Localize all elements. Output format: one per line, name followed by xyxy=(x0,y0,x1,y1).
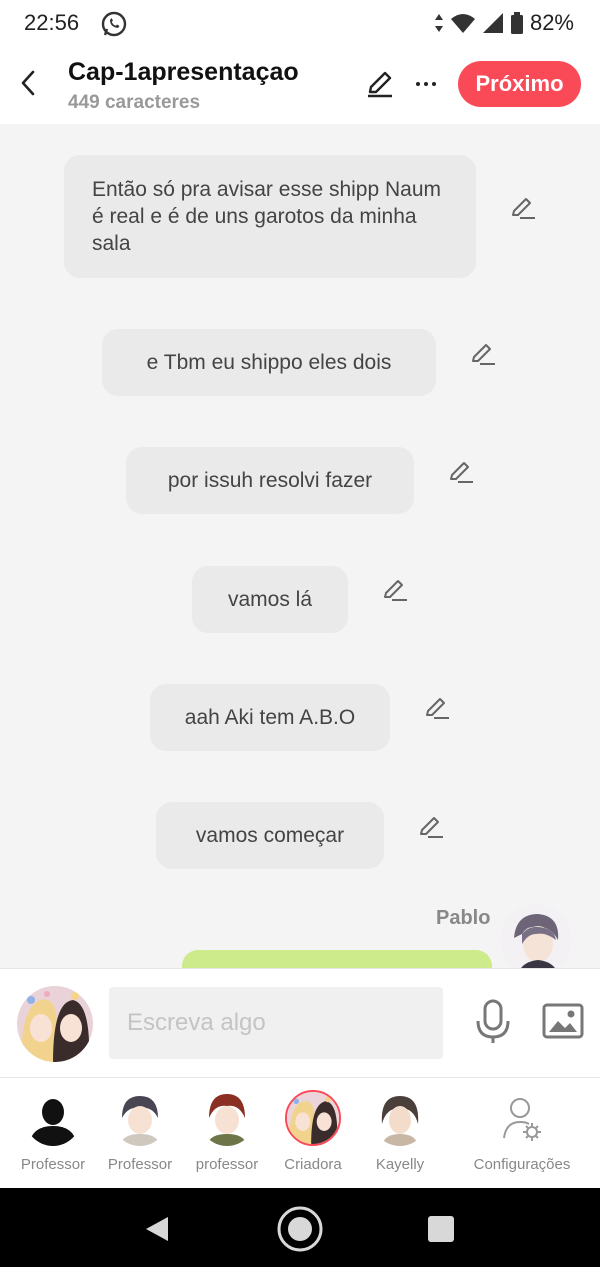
vibrate-icon xyxy=(434,14,443,32)
message-input[interactable] xyxy=(109,987,443,1059)
nav-home-icon[interactable] xyxy=(276,1205,324,1253)
character-label: Professor xyxy=(20,1156,86,1173)
avatar-illustration xyxy=(500,904,572,968)
character-avatar xyxy=(199,1090,255,1146)
edit-message-icon[interactable] xyxy=(380,576,408,604)
user-settings-icon xyxy=(503,1098,541,1141)
whatsapp-icon xyxy=(101,11,127,37)
character-label: professor xyxy=(195,1156,259,1173)
character-count: 449 caracteres xyxy=(68,92,201,113)
message-text: vamos começar xyxy=(195,824,345,847)
avatar-illustration xyxy=(372,1090,428,1146)
battery-icon xyxy=(510,12,523,34)
dot-icon xyxy=(432,82,436,86)
page-title: Cap-1apresentaçao xyxy=(68,58,299,86)
character-item-selected[interactable]: Criadora xyxy=(273,1090,353,1173)
message-bubble[interactable]: vamos começar xyxy=(156,802,384,869)
message-bubble[interactable]: e Tbm eu shippo eles dois xyxy=(102,329,436,396)
battery-percent: 82% xyxy=(529,10,574,35)
character-label: Kayelly xyxy=(375,1156,425,1173)
current-character-avatar[interactable] xyxy=(17,986,93,1062)
status-icons: 82% xyxy=(434,10,574,36)
image-icon[interactable] xyxy=(542,1003,584,1039)
edit-message-icon[interactable] xyxy=(422,694,450,722)
character-item[interactable]: Professor xyxy=(100,1090,180,1173)
settings-label: Configurações xyxy=(473,1156,571,1173)
message-text: aah Aki tem A.B.O xyxy=(184,706,356,729)
character-avatar xyxy=(285,1090,341,1146)
avatar-illustration xyxy=(17,986,93,1062)
edit-message-icon[interactable] xyxy=(468,340,496,368)
nav-back-icon[interactable] xyxy=(144,1215,170,1243)
avatar-illustration xyxy=(112,1090,168,1146)
character-item[interactable]: professor xyxy=(187,1090,267,1173)
settings-button[interactable]: Configurações xyxy=(470,1090,574,1173)
edit-title-button[interactable] xyxy=(364,68,396,100)
character-item[interactable]: Professor xyxy=(13,1090,93,1173)
message-bubble[interactable]: por issuh resolvi fazer xyxy=(126,447,414,514)
speaker-name: Pablo xyxy=(436,907,491,929)
microphone-icon[interactable] xyxy=(474,999,512,1045)
signal-icon xyxy=(482,13,503,33)
more-options-button[interactable] xyxy=(410,68,442,100)
status-bar: 22:56 82% xyxy=(0,0,600,48)
speaker-avatar[interactable] xyxy=(500,904,572,968)
chevron-left-icon xyxy=(21,70,35,96)
wifi-icon xyxy=(450,14,475,33)
dot-icon xyxy=(416,82,420,86)
edit-message-icon[interactable] xyxy=(446,458,474,486)
message-bubble[interactable]: vamos lá xyxy=(192,566,348,633)
character-avatar xyxy=(25,1090,81,1146)
compose-bar xyxy=(0,968,600,1078)
chat-area[interactable]: Então só pra avisar esse shipp Naum é re… xyxy=(0,124,600,968)
silhouette-icon xyxy=(25,1090,81,1146)
next-button[interactable]: Próximo xyxy=(458,61,581,107)
dot-icon xyxy=(424,82,428,86)
character-label: Criadora xyxy=(284,1156,342,1173)
message-bubble-partial[interactable] xyxy=(182,950,492,968)
message-text: por issuh resolvi fazer xyxy=(167,469,373,492)
avatar-illustration xyxy=(199,1090,255,1146)
character-avatar xyxy=(112,1090,168,1146)
edit-message-icon[interactable] xyxy=(508,194,536,222)
message-text: e Tbm eu shippo eles dois xyxy=(146,351,392,374)
message-bubble[interactable]: Então só pra avisar esse shipp Naum é re… xyxy=(64,155,476,278)
message-bubble[interactable]: aah Aki tem A.B.O xyxy=(150,684,390,751)
nav-recents-icon[interactable] xyxy=(428,1216,454,1242)
message-text: Então só pra avisar esse shipp Naum é re… xyxy=(92,178,442,255)
edit-message-icon[interactable] xyxy=(416,813,444,841)
character-avatar xyxy=(372,1090,428,1146)
app-header: Cap-1apresentaçao 449 caracteres Próximo xyxy=(0,48,600,124)
status-time: 22:56 xyxy=(24,10,80,35)
message-text: vamos lá xyxy=(227,588,313,611)
system-nav-bar xyxy=(0,1188,600,1267)
character-label: Professor xyxy=(107,1156,173,1173)
character-item[interactable]: Kayelly xyxy=(360,1090,440,1173)
back-button[interactable] xyxy=(14,66,42,100)
character-selector: Professor Professor professor Criadora K… xyxy=(0,1078,600,1188)
avatar-illustration xyxy=(287,1092,339,1144)
